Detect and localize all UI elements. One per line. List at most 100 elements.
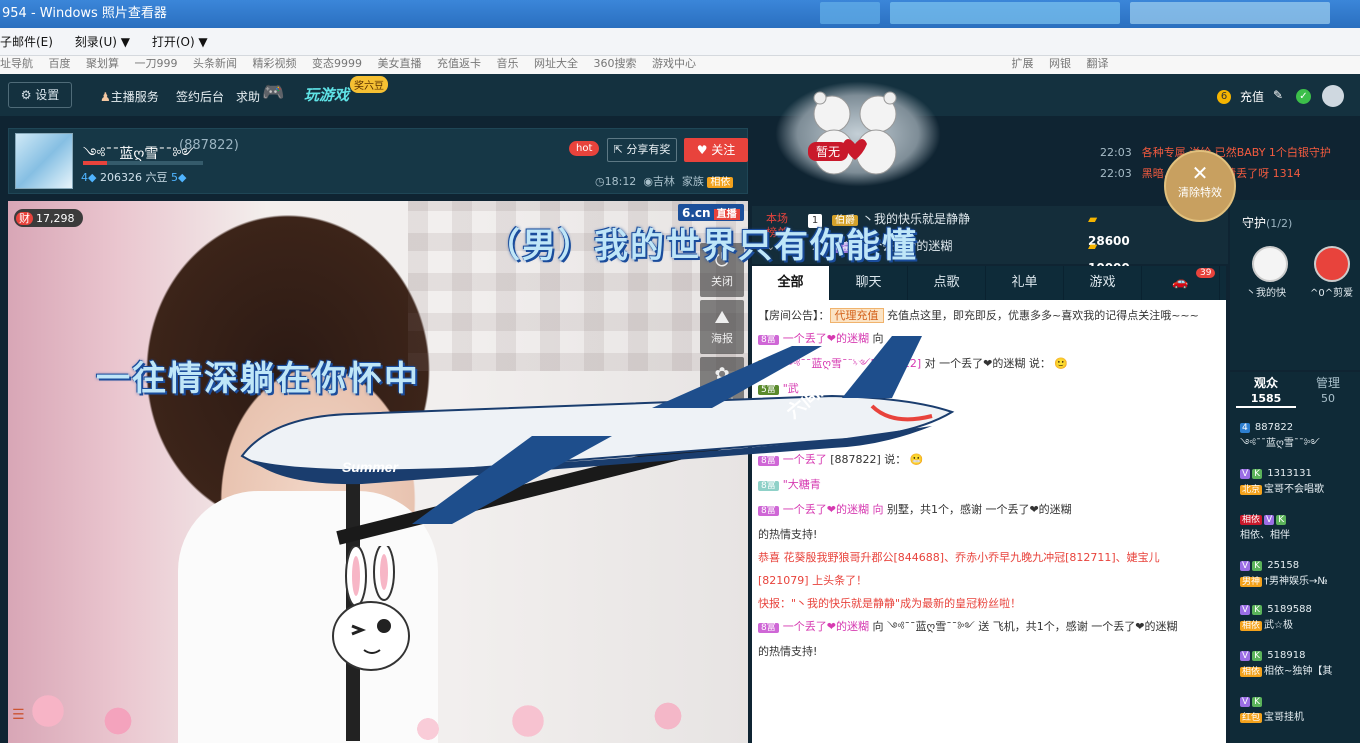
wealth-value: 17,298 [36, 212, 75, 225]
tab-gifts[interactable]: 礼单 [986, 266, 1064, 300]
tab-chat[interactable]: 聊天 [830, 266, 908, 300]
user-avatar[interactable] [1322, 85, 1344, 107]
audience-panel: 观众 1585 管理 50 4 887822 ༺ˉˉ蓝ღ雪ˉˉ༻ VK 1313131… [1230, 372, 1360, 743]
fav-item[interactable]: 扩展 [1012, 57, 1034, 70]
fav-item[interactable]: 翻译 [1087, 57, 1109, 70]
rank-value: 5 [170, 171, 178, 184]
vip-badge: V [1240, 605, 1251, 615]
chat-text: 向 ༺ˉˉ蓝ღ雪ˉˉ༻ 送 飞机，共1个，感谢 一个丢了❤的迷糊 [872, 620, 1178, 633]
user-level: 8富 [758, 623, 779, 633]
tab-song[interactable]: 点歌 [908, 266, 986, 300]
audience-item[interactable]: VK 518918 相依 相依~独钟【其 [1240, 648, 1360, 680]
guard-avatar[interactable] [1314, 246, 1350, 282]
settings-button[interactable]: ⚙ 设置 [8, 82, 72, 108]
fav-item[interactable]: 充值返卡 [437, 57, 481, 70]
anchor-id: (887822) [179, 138, 239, 153]
user-name: 宝哥不会唱歌 [1264, 484, 1325, 495]
vip-badge: V [1240, 697, 1251, 707]
announcement-label: 【房间公告】： [758, 309, 830, 322]
bear-couple-icon [813, 91, 897, 175]
guard-status-label: 暂无 [808, 142, 849, 161]
nav-sign-backend[interactable]: 签约后台 [176, 88, 224, 105]
clear-effects-button[interactable]: ✕ 清除特效 [1164, 150, 1236, 222]
close-icon: ✕ [1191, 161, 1209, 185]
user-tag: 北京 [1240, 485, 1263, 495]
follow-label: 关注 [711, 143, 736, 157]
k-badge: K [1252, 697, 1263, 707]
anchor-beans: 4◆ 206326 六豆 5◆ [81, 169, 186, 185]
audience-item[interactable]: 4 887822 ༺ˉˉ蓝ღ雪ˉˉ༻ [1240, 420, 1360, 451]
chat-user[interactable]: 一个丢了❤的迷糊 [783, 620, 869, 633]
tab-admins[interactable]: 管理 50 [1298, 376, 1358, 406]
anchor-level-bar [83, 161, 203, 165]
poster-icon: ⛰ [714, 307, 730, 328]
fav-item[interactable]: 美女直播 [378, 57, 422, 70]
nav-anchor-service[interactable]: ♟主播服务 [100, 88, 159, 105]
menu-item-burn[interactable]: 刻录(U) ▼ [75, 28, 130, 56]
guard-count: (1/2) [1266, 217, 1293, 230]
nav-help[interactable]: 求助 [236, 88, 260, 105]
game-link[interactable]: 玩游戏 [304, 84, 349, 105]
bunny-sticker [332, 546, 410, 671]
audience-item[interactable]: 相依 V K 相依、相伴 [1240, 512, 1360, 543]
recharge-link[interactable]: 充值 [1240, 88, 1264, 105]
menu-item-email[interactable]: 子邮件(E) [0, 28, 53, 56]
menu-icon[interactable]: ☰ [12, 707, 28, 723]
hot-badge: hot [569, 141, 600, 156]
user-id: 25158 [1267, 560, 1300, 571]
user-icon: ♟ [100, 90, 111, 104]
family-tag[interactable]: 相依 [707, 177, 734, 188]
k-badge: K [1252, 469, 1263, 479]
fav-item[interactable]: 变态9999 [312, 57, 362, 70]
edit-icon[interactable]: ✎ [1273, 88, 1283, 102]
anchor-info-panel: ༺ˉˉ蓝ღ雪ˉˉ༻ (887822) 4◆ 206326 六豆 5◆ hot ⇱… [8, 128, 748, 194]
audience-item[interactable]: V K 红包 宝哥挂机 [1240, 694, 1360, 726]
announcement: 【房间公告】： 代理充值 充值点这里，即充即反，优惠多多~喜欢我的记得点关注哦~~… [758, 304, 1220, 327]
fav-item[interactable]: 址导航 [0, 57, 33, 70]
vip-badge: V [1240, 561, 1251, 571]
tab-all[interactable]: 全部 [752, 266, 830, 300]
game-badge: 奖六豆 [350, 76, 388, 93]
k-badge: K [1276, 515, 1287, 525]
audience-item[interactable]: VK 1313131 北京 宝哥不会唱歌 [1240, 466, 1360, 498]
menu-item-open[interactable]: 打开(O) ▼ [152, 28, 208, 56]
guard-member-name[interactable]: ^0^剪爱 [1310, 284, 1353, 299]
vip-badge: V [1264, 515, 1275, 525]
guard-member-name[interactable]: 丶我的快 [1246, 284, 1286, 299]
check-icon[interactable]: ✓ [1296, 89, 1311, 104]
user-id: 5189588 [1267, 604, 1312, 615]
fav-item[interactable]: 网址大全 [534, 57, 578, 70]
tab-games[interactable]: 游戏 [1064, 266, 1142, 300]
fav-item[interactable]: 一刀999 [135, 57, 178, 70]
emoji-icon: 🙂 [1054, 357, 1069, 370]
fav-item[interactable]: 游戏中心 [652, 57, 696, 70]
heart-icon: ♥ [696, 143, 712, 157]
anchor-meta: ◷18:12 ◉吉林 家族 相依 [595, 173, 734, 189]
settings-label: 设置 [35, 88, 60, 102]
audience-item[interactable]: VK 5189588 相依 武☆极 [1240, 602, 1360, 634]
fav-item[interactable]: 360搜索 [594, 57, 637, 70]
fav-item[interactable]: 头条新闻 [193, 57, 237, 70]
follow-button[interactable]: ♥ 关注 [684, 138, 748, 162]
fav-item[interactable]: 音乐 [497, 57, 519, 70]
user-name: 相依~独钟【其 [1264, 666, 1333, 677]
tool-label: 关闭 [711, 275, 733, 288]
fav-item[interactable]: 百度 [49, 57, 71, 70]
user-tag: 红包 [1240, 713, 1263, 723]
broadcast-text[interactable]: 各种专属 送给 已然BABY 1个白银守护 [1142, 146, 1331, 159]
k-badge: K [1252, 605, 1263, 615]
tab-audience[interactable]: 观众 1585 [1236, 376, 1296, 408]
nav-label: 主播服务 [110, 90, 159, 104]
titlebar-decoration [1130, 2, 1330, 24]
fav-item[interactable]: 精彩视频 [253, 57, 297, 70]
audience-item[interactable]: VK 25158 男神 †男神娱乐→№ [1240, 558, 1360, 590]
anchor-avatar[interactable] [15, 133, 73, 189]
gamepad-icon[interactable]: 🎮 [262, 82, 284, 103]
fav-item[interactable]: 网银 [1049, 57, 1071, 70]
share-button[interactable]: ⇱ 分享有奖 [607, 138, 677, 162]
guard-avatar[interactable] [1252, 246, 1288, 282]
clock-icon: ◷ [595, 175, 605, 188]
fav-item[interactable]: 聚划算 [86, 57, 119, 70]
announcement-tag[interactable]: 代理充值 [829, 308, 884, 323]
audience-tabs: 观众 1585 管理 50 [1230, 372, 1360, 410]
